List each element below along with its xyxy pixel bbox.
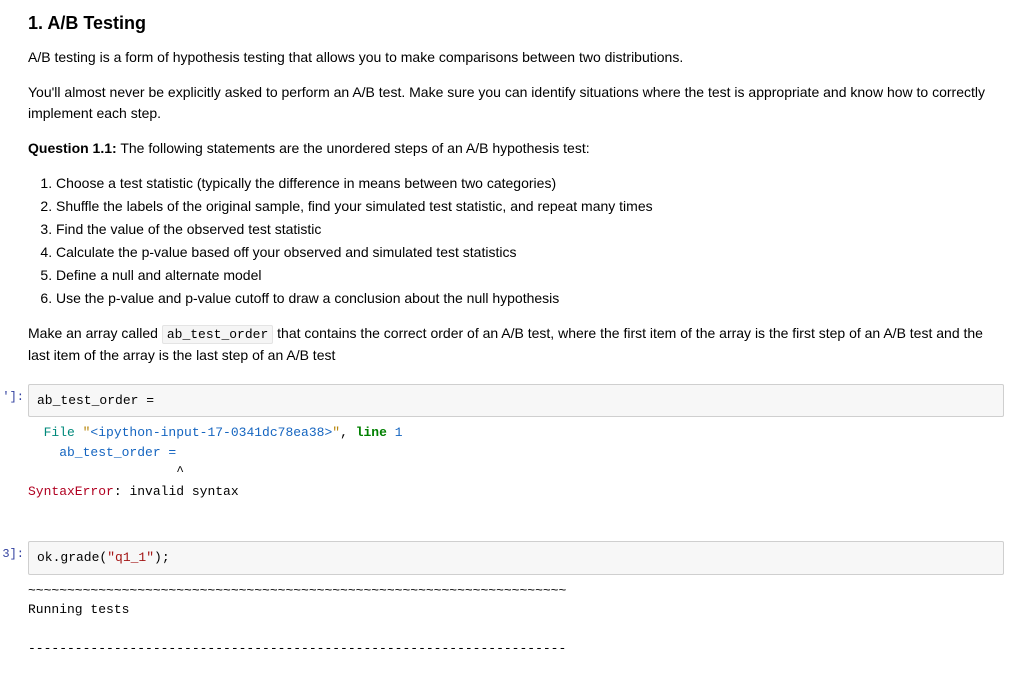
list-item: Calculate the p-value based off your obs… <box>56 242 1004 263</box>
code-cell: 3]: ok.grade("q1_1"); ~~~~~~~~~~~~~~~~~~… <box>0 541 1004 659</box>
list-item: Choose a test statistic (typically the d… <box>56 173 1004 194</box>
intro-paragraph-2: You'll almost never be explicitly asked … <box>28 82 1004 124</box>
instruction-text-pre: Make an array called <box>28 325 162 341</box>
error-message: invalid syntax <box>129 484 238 499</box>
list-item: Shuffle the labels of the original sampl… <box>56 196 1004 217</box>
question-prompt: Question 1.1: The following statements a… <box>28 138 1004 159</box>
cell-prompt: ']: <box>0 388 24 406</box>
code-input[interactable]: ab_test_order = <box>28 384 1004 418</box>
notebook-document: 1. A/B Testing A/B testing is a form of … <box>0 0 1024 679</box>
list-item: Define a null and alternate model <box>56 265 1004 286</box>
question-label: Question 1.1: <box>28 140 117 156</box>
error-sep: : <box>114 484 130 499</box>
traceback-filename: <ipython-input-17-0341dc78ea38> <box>90 425 332 440</box>
error-label: SyntaxError <box>28 484 114 499</box>
steps-list: Choose a test statistic (typically the d… <box>28 173 1004 309</box>
output-rule: ----------------------------------------… <box>28 641 566 656</box>
traceback-line-number: 1 <box>395 425 403 440</box>
code-input[interactable]: ok.grade("q1_1"); <box>28 541 1004 575</box>
output-rule: ~~~~~~~~~~~~~~~~~~~~~~~~~~~~~~~~~~~~~~~~… <box>28 583 566 598</box>
code-text: ); <box>154 550 170 565</box>
list-item: Find the value of the observed test stat… <box>56 219 1004 240</box>
traceback-sep: , <box>340 425 356 440</box>
cell-prompt: 3]: <box>0 545 24 563</box>
traceback-line-kw: line <box>356 425 395 440</box>
list-item: Use the p-value and p-value cutoff to dr… <box>56 288 1004 309</box>
code-cell: ']: ab_test_order = File "<ipython-input… <box>0 384 1004 502</box>
traceback-file-kw: File <box>28 425 83 440</box>
code-output: File "<ipython-input-17-0341dc78ea38>", … <box>28 423 1004 501</box>
traceback-echo-line: ab_test_order = <box>28 445 176 460</box>
inline-code: ab_test_order <box>162 325 273 344</box>
output-running: Running tests <box>28 602 129 617</box>
traceback-caret: ^ <box>28 464 184 479</box>
code-output: ~~~~~~~~~~~~~~~~~~~~~~~~~~~~~~~~~~~~~~~~… <box>28 581 1004 659</box>
code-text: ok.grade( <box>37 550 107 565</box>
traceback-quote: " <box>332 425 340 440</box>
code-string-literal: "q1_1" <box>107 550 154 565</box>
instruction-paragraph: Make an array called ab_test_order that … <box>28 323 1004 366</box>
question-text: The following statements are the unorder… <box>117 140 590 156</box>
section-heading: 1. A/B Testing <box>28 10 1004 37</box>
intro-paragraph-1: A/B testing is a form of hypothesis test… <box>28 47 1004 68</box>
